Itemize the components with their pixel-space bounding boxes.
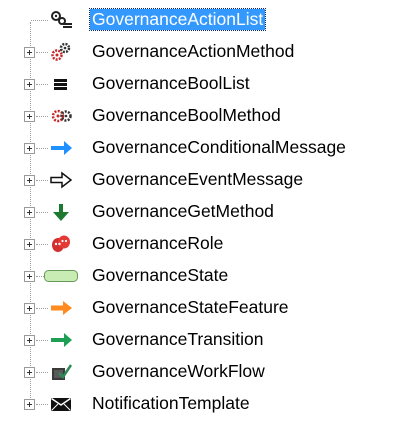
expand-toggle[interactable] [24,175,35,186]
tree-connector [36,308,48,309]
hollow-arrow-icon [49,170,73,190]
tree-item-label[interactable]: GovernanceConditionalMessage [90,137,348,158]
tree-item-label[interactable]: GovernanceActionMethod [90,41,296,62]
list-gears-icon [49,10,73,30]
tree-connector [36,404,48,405]
expand-toggle[interactable] [24,367,35,378]
expand-toggle[interactable] [24,111,35,122]
bool-list-icon [49,74,73,94]
tree-item-label[interactable]: GovernanceEventMessage [90,169,305,190]
tree-view: GovernanceActionList GovernanceActionMet… [0,0,399,422]
state-rounded-rect-icon [44,266,78,286]
tree-item-governance-bool-method[interactable]: GovernanceBoolMethod [0,104,399,128]
workflow-clipboard-icon [49,362,73,382]
tree-connector [36,212,48,213]
tree-item-label[interactable]: GovernanceState [90,265,230,286]
tree-connector [36,148,48,149]
tree-item-label[interactable]: GovernanceBoolList [90,73,252,94]
blue-arrow-icon [49,138,73,158]
tree-connector [36,340,48,341]
envelope-icon [49,394,73,414]
expand-toggle[interactable] [24,303,35,314]
tree-connector [36,116,48,117]
tree-item-notification-template[interactable]: NotificationTemplate [0,392,399,416]
tree-connector [36,372,48,373]
tree-item-label[interactable]: NotificationTemplate [90,393,252,414]
tree-item-governance-bool-list[interactable]: GovernanceBoolList [0,72,399,96]
tree-item-label[interactable]: GovernanceStateFeature [90,297,291,318]
expand-toggle[interactable] [24,271,35,282]
bool-gear-icon [49,106,73,126]
green-down-arrow-icon [49,202,73,222]
tree-item-governance-transition[interactable]: GovernanceTransition [0,328,399,352]
tree-item-governance-role[interactable]: GovernanceRole [0,232,399,256]
theater-masks-icon [49,234,73,254]
tree-connector [36,244,48,245]
tree-item-label[interactable]: GovernanceRole [90,233,225,254]
tree-item-governance-action-list[interactable]: GovernanceActionList [0,8,399,32]
expand-toggle[interactable] [24,79,35,90]
expand-toggle[interactable] [24,47,35,58]
tree-connector [31,20,48,21]
tree-connector [36,52,48,53]
expand-toggle[interactable] [24,239,35,250]
expand-toggle[interactable] [24,399,35,410]
tree-connector [36,180,48,181]
tree-item-label[interactable]: GovernanceActionList [88,8,267,31]
tree-item-label[interactable]: GovernanceGetMethod [90,201,276,222]
tree-item-governance-state-feature[interactable]: GovernanceStateFeature [0,296,399,320]
gears-red-icon [49,42,73,62]
orange-arrow-icon [49,298,73,318]
expand-toggle[interactable] [24,335,35,346]
tree-connector [36,84,48,85]
expand-toggle[interactable] [24,207,35,218]
tree-item-governance-state[interactable]: GovernanceState [0,264,399,288]
expand-toggle[interactable] [24,143,35,154]
tree-item-governance-action-method[interactable]: GovernanceActionMethod [0,40,399,64]
tree-item-governance-event-message[interactable]: GovernanceEventMessage [0,168,399,192]
tree-item-label[interactable]: GovernanceBoolMethod [90,105,283,126]
tree-item-governance-get-method[interactable]: GovernanceGetMethod [0,200,399,224]
green-arrow-icon [49,330,73,350]
tree-item-governance-workflow[interactable]: GovernanceWorkFlow [0,360,399,384]
tree-item-governance-conditional-message[interactable]: GovernanceConditionalMessage [0,136,399,160]
tree-item-label[interactable]: GovernanceTransition [90,329,266,350]
tree-item-label[interactable]: GovernanceWorkFlow [90,361,267,382]
